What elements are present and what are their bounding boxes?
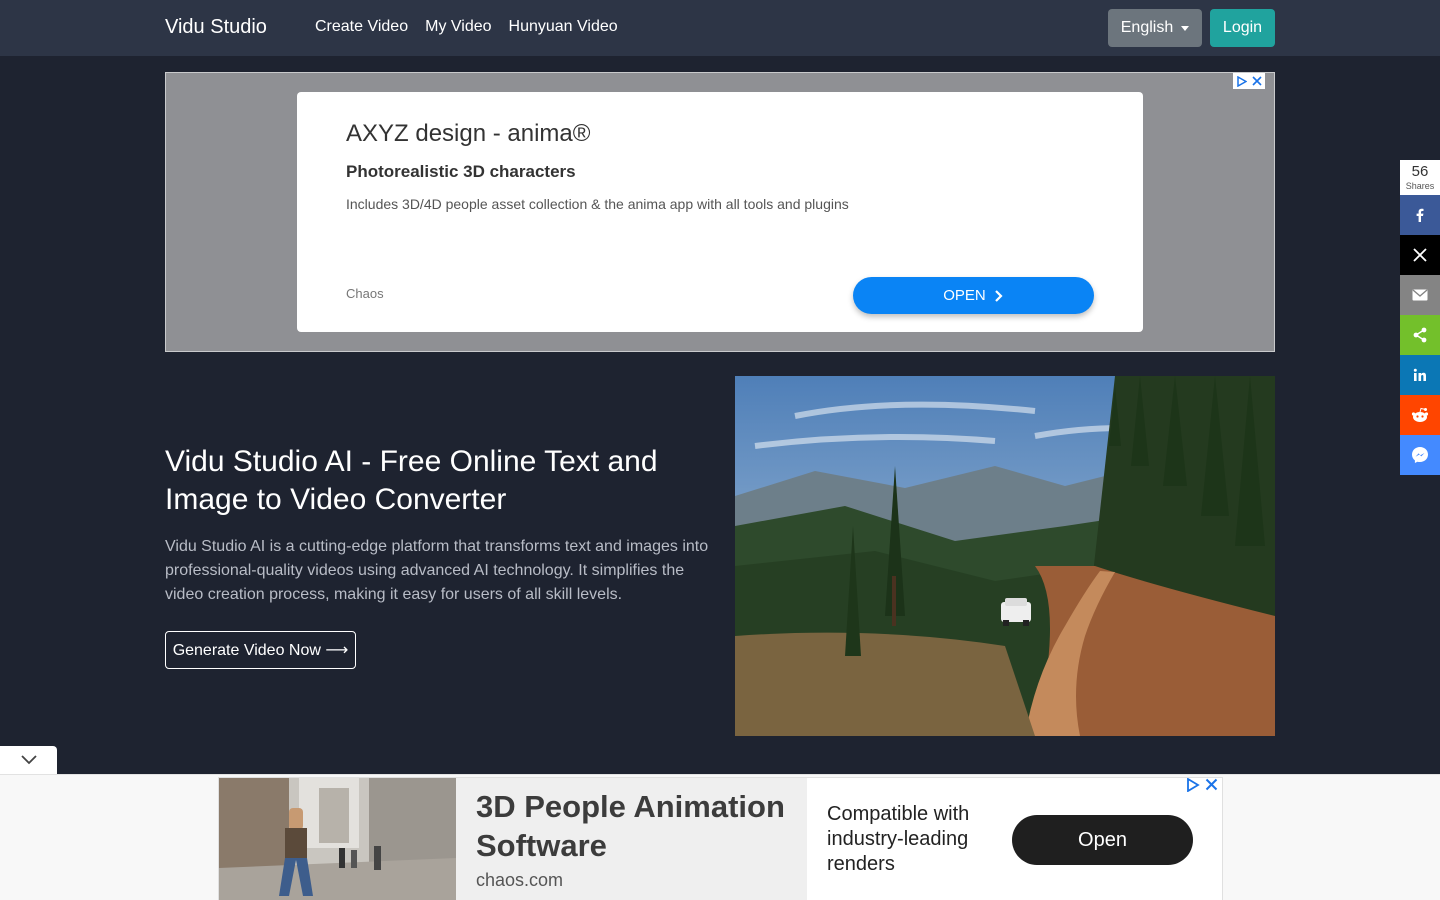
facebook-icon [1416,208,1424,222]
ad-close-icon[interactable] [1205,778,1218,791]
login-button[interactable]: Login [1210,9,1275,47]
linkedin-share-button[interactable] [1400,355,1440,395]
bottom-ad-open-button[interactable]: Open [1012,815,1193,865]
nav-link-my-video[interactable]: My Video [425,18,491,36]
bottom-ad-choices [1186,778,1218,792]
linkedin-icon [1413,368,1426,381]
reddit-share-button[interactable] [1400,395,1440,435]
share-count-label: Shares [1405,181,1435,191]
navbar: Vidu Studio Create Video My Video Hunyua… [0,0,1440,56]
nav-link-create-video[interactable]: Create Video [315,18,408,36]
ad-description: Includes 3D/4D people asset collection &… [346,196,849,212]
x-icon [1413,248,1427,262]
share-sidebar: 56 Shares [1400,160,1440,475]
language-dropdown[interactable]: English [1108,9,1202,47]
caret-down-icon [1181,25,1190,31]
nav-link-hunyuan-video[interactable]: Hunyuan Video [509,18,618,36]
ad-advertiser: Chaos [346,286,384,301]
facebook-share-button[interactable] [1400,195,1440,235]
collapse-ad-button[interactable] [0,746,57,774]
share-count-number: 56 [1411,163,1429,180]
hero-title: Vidu Studio AI - Free Online Text and Im… [165,445,658,516]
adchoices-icon[interactable] [1233,73,1249,89]
generate-video-button[interactable]: Generate Video Now ⟶ [165,631,356,669]
reddit-icon [1411,407,1429,422]
bottom-ad-domain: chaos.com [476,870,564,890]
adchoices-icon[interactable] [1186,778,1200,792]
x-share-button[interactable] [1400,235,1440,275]
bottom-ad-headline-panel: 3D People Animation Software chaos.com [456,778,807,900]
ad-close-icon[interactable] [1249,73,1265,89]
ad-open-button[interactable]: OPEN [853,277,1094,314]
top-ad-banner: AXYZ design - anima® Photorealistic 3D c… [165,72,1275,352]
messenger-share-button[interactable] [1400,435,1440,475]
ad-choices [1233,73,1265,89]
share-count: 56 Shares [1400,160,1440,195]
bottom-ad-title: 3D People Animation Software [476,789,785,863]
ad-title: AXYZ design - anima® [346,120,591,147]
chevron-right-icon [994,289,1003,302]
ad-open-label: OPEN [943,287,986,304]
messenger-icon [1412,447,1428,463]
share-button[interactable] [1400,315,1440,355]
email-share-button[interactable] [1400,275,1440,315]
hero-image [735,376,1275,736]
bottom-ad-bar: 3D People Animation Software chaos.com C… [0,774,1440,900]
nav-links: Create Video My Video Hunyuan Video [315,18,618,36]
ad-photo [219,778,456,900]
ad-card[interactable]: AXYZ design - anima® Photorealistic 3D c… [297,92,1143,332]
bottom-ad[interactable]: 3D People Animation Software chaos.com C… [218,777,1223,900]
bottom-ad-description: Compatible with industry-leading renders [827,803,970,875]
email-icon [1412,289,1428,301]
brand-logo[interactable]: Vidu Studio [165,16,267,39]
language-label: English [1120,19,1174,36]
chevron-down-icon [20,755,37,765]
share-icon [1413,327,1427,343]
hero-description: Vidu Studio AI is a cutting-edge platfor… [165,538,709,603]
ad-subtitle: Photorealistic 3D characters [346,162,576,181]
